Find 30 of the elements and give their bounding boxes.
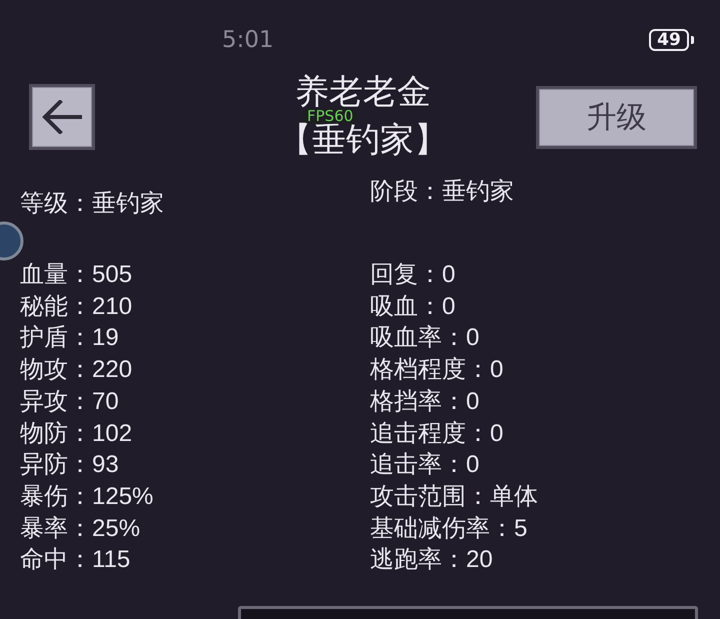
stat-text: 追击程度：0 [370, 418, 504, 449]
back-button[interactable] [29, 84, 95, 150]
status-time: 5:01 [222, 27, 274, 53]
back-arrow-icon [42, 100, 82, 134]
stat-text: 物攻：220 [20, 355, 132, 386]
stage-text: 阶段：垂钓家 [370, 178, 514, 206]
stat-text: 血量：505 [20, 260, 132, 290]
stat-text: 吸血：0 [370, 292, 456, 322]
stat-text: 吸血率：0 [370, 323, 480, 354]
stat-text: 暴伤：125% [20, 482, 154, 512]
stat-text: 异攻：70 [20, 386, 119, 417]
stat-text: 命中：115 [20, 545, 130, 576]
character-class: 【垂钓家】 [278, 124, 448, 156]
stat-text: 格档程度：0 [370, 355, 504, 386]
battery-indicator: 49 [649, 29, 694, 51]
stat-text: 格挡率：0 [370, 386, 480, 417]
stat-text: 物防：102 [20, 418, 132, 449]
stat-text: 逃跑率：20 [370, 545, 493, 576]
stat-text: 回复：0 [370, 260, 456, 290]
character-name: 养老老金 [295, 76, 431, 108]
stat-text: 护盾：19 [20, 323, 119, 354]
stat-text: 攻击范围：单体 [370, 482, 538, 512]
stat-text: 基础减伤率：5 [370, 514, 528, 544]
level-text: 等级：垂钓家 [20, 190, 164, 218]
stat-text: 追击率：0 [370, 450, 480, 480]
upgrade-button[interactable]: 升级 [536, 86, 697, 149]
stat-text: 秘能：210 [20, 292, 132, 322]
stat-text: 异防：93 [20, 450, 119, 480]
fps-counter: FPS60 [302, 109, 358, 124]
stat-text: 暴率：25% [20, 514, 140, 544]
